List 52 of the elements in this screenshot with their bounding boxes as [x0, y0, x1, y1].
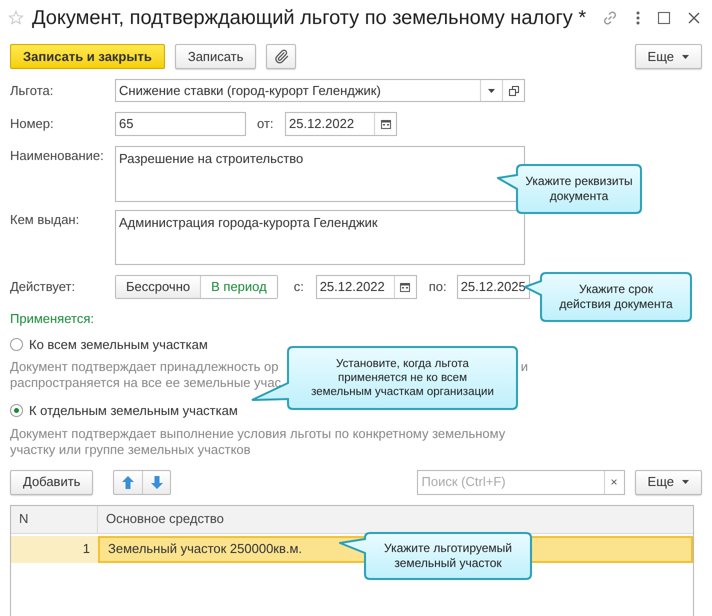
column-header[interactable]: Основное средство — [98, 506, 693, 532]
option-description: распространяется на все ее земельные учас — [10, 375, 282, 391]
to-label: по: — [428, 278, 448, 296]
period-toggle[interactable]: Бессрочно — [116, 276, 200, 298]
field-label: Номер: — [10, 115, 55, 134]
caret-icon — [682, 480, 689, 484]
number-field[interactable]: 65 — [115, 112, 246, 136]
section-title: Применяется: — [10, 310, 95, 328]
field-label: Действует: — [10, 278, 76, 296]
open-icon[interactable] — [508, 86, 518, 96]
date-field[interactable]: 25.12.2025 — [456, 275, 530, 299]
paperclip-icon — [274, 49, 289, 64]
name-field[interactable]: Разрешение на строительство — [115, 146, 525, 202]
star-icon[interactable] — [8, 10, 24, 26]
calendar-icon[interactable] — [380, 119, 390, 129]
option-description: Документ подтверждает выполнение условия льготы по конкретному земельному — [10, 426, 506, 442]
period-toggle[interactable]: В период — [200, 276, 277, 298]
field-label: Льгота: — [10, 82, 54, 100]
field-label: Наименование: — [10, 147, 105, 165]
benefit-field[interactable]: Снижение ставки (город-курорт Геленджик) — [115, 79, 525, 102]
attach-button[interactable] — [266, 44, 296, 69]
close-icon[interactable] — [688, 12, 700, 24]
arrow-up-icon — [122, 476, 134, 488]
tooltip-text: Укажите срок действия документа — [558, 282, 674, 312]
caret-icon — [682, 54, 689, 58]
column-header[interactable]: N — [11, 506, 98, 532]
tooltip-text: Укажите реквизиты документа — [524, 174, 634, 204]
field-label: Кем выдан: — [10, 211, 80, 229]
calendar-icon[interactable] — [400, 282, 410, 292]
issued-by-field[interactable]: Администрация города-курорта Геленджик — [115, 210, 525, 265]
tooltip-text: Установите, когда льгота применяется не ко всем земельным участкам организации — [310, 357, 495, 399]
window-title: Документ, подтверждающий льготу по земельному налогу * — [32, 6, 586, 31]
date-field[interactable]: 25.12.2022 — [285, 112, 397, 136]
dropdown-icon[interactable] — [488, 88, 495, 92]
date-field[interactable]: 25.12.2022 — [316, 275, 417, 299]
more-button[interactable]: Еще — [634, 44, 702, 69]
option-description: и — [520, 359, 528, 375]
save-close-button[interactable]: Записать и закрыть — [10, 44, 165, 69]
search-field[interactable]: Поиск (Ctrl+F) × — [416, 470, 625, 494]
arrow-down-icon — [150, 476, 163, 488]
option-description: участку или группе земельных участков — [10, 442, 251, 458]
maximize-icon[interactable] — [658, 12, 670, 24]
option-description: Документ подтверждает принадлежность ор — [10, 359, 278, 375]
menu-icon[interactable] — [636, 11, 640, 25]
from-label: с: — [294, 278, 305, 296]
table-cell-text: 1 — [82, 540, 91, 558]
more-button[interactable]: Еще — [634, 470, 702, 494]
clear-button[interactable]: × — [604, 470, 624, 494]
link-icon[interactable] — [602, 10, 618, 26]
add-button[interactable]: Добавить — [10, 470, 94, 494]
date-label: от: — [257, 115, 275, 134]
save-button[interactable]: Записать — [174, 44, 256, 69]
